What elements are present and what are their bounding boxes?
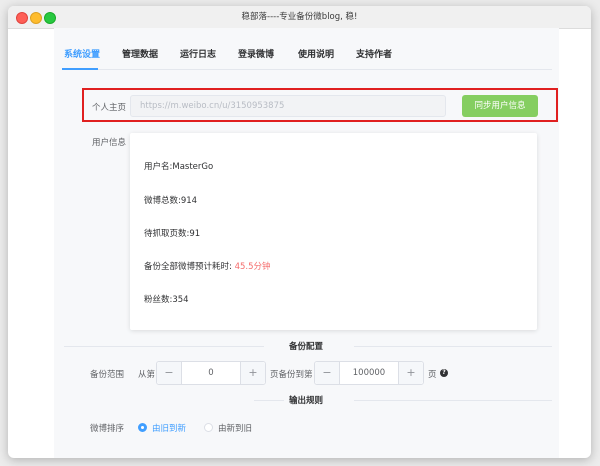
page-suffix-text: 页 <box>428 370 437 380</box>
window-title: 稳部落----专业备份微blog, 稳! <box>241 12 358 22</box>
profile-url-input[interactable]: https://m.weibo.cn/u/3150953875 <box>130 95 446 117</box>
sort-old-to-new-label[interactable]: 由旧到新 <box>152 422 186 434</box>
active-tab-indicator <box>62 68 98 70</box>
output-rules-title: 输出规则 <box>289 396 324 406</box>
followers-text: 粉丝数:354 <box>144 295 189 305</box>
help-icon[interactable]: ? <box>440 369 448 377</box>
app-window: 稳部落----专业备份微blog, 稳! 系统设置 管理数据 运行日志 登录微博… <box>8 6 591 458</box>
backup-config-title: 备份配置 <box>289 342 324 352</box>
tab-usage-guide[interactable]: 使用说明 <box>298 47 334 60</box>
from-page-decrement-button[interactable]: − <box>157 362 182 384</box>
from-page-increment-button[interactable]: + <box>240 362 265 384</box>
pages-pending-text: 待抓取页数:91 <box>144 229 201 239</box>
user-info-card: 用户名:MasterGo 微博总数:914 待抓取页数:91 备份全部微博预计耗… <box>130 133 537 330</box>
estimate-value: 45.5分钟 <box>234 262 271 272</box>
tab-support-author[interactable]: 支持作者 <box>356 47 392 60</box>
tab-run-log[interactable]: 运行日志 <box>180 47 216 60</box>
estimate-label: 备份全部微博预计耗时: <box>144 262 232 272</box>
user-info-label: 用户信息 <box>92 138 127 148</box>
backup-range-label: 备份范围 <box>90 370 125 380</box>
sort-order-label: 微博排序 <box>90 424 125 434</box>
tab-manage-data[interactable]: 管理数据 <box>122 47 158 60</box>
from-page-stepper: − 0 + <box>156 361 266 385</box>
from-text: 从第 <box>138 370 156 380</box>
to-page-input[interactable]: 100000 <box>339 362 399 384</box>
tab-login-weibo[interactable]: 登录微博 <box>238 47 274 60</box>
to-page-stepper: − 100000 + <box>314 361 424 385</box>
estimate-text: 备份全部微博预计耗时: 45.5分钟 <box>144 260 271 272</box>
from-page-input[interactable]: 0 <box>181 362 241 384</box>
output-divider-right <box>354 400 552 401</box>
main-panel: 系统设置 管理数据 运行日志 登录微博 使用说明 支持作者 个人主页 https… <box>54 28 559 458</box>
profile-label: 个人主页 <box>92 103 127 113</box>
sort-new-to-old-radio[interactable] <box>204 423 213 432</box>
to-text: 页备份到第 <box>270 370 313 380</box>
tab-bar: 系统设置 管理数据 运行日志 登录微博 使用说明 支持作者 <box>62 47 552 70</box>
sync-user-info-button[interactable]: 同步用户信息 <box>462 95 538 117</box>
weibo-count-text: 微博总数:914 <box>144 196 198 206</box>
sort-old-to-new-radio[interactable] <box>138 423 147 432</box>
section-divider-right <box>354 346 552 347</box>
sort-new-to-old-label[interactable]: 由新到旧 <box>218 422 252 434</box>
tab-system-settings[interactable]: 系统设置 <box>64 47 100 60</box>
title-bar: 稳部落----专业备份微blog, 稳! <box>8 6 591 29</box>
to-page-decrement-button[interactable]: − <box>315 362 340 384</box>
username-text: 用户名:MasterGo <box>144 162 214 172</box>
to-page-increment-button[interactable]: + <box>398 362 423 384</box>
output-divider-left <box>254 400 284 401</box>
section-divider-left <box>64 346 264 347</box>
